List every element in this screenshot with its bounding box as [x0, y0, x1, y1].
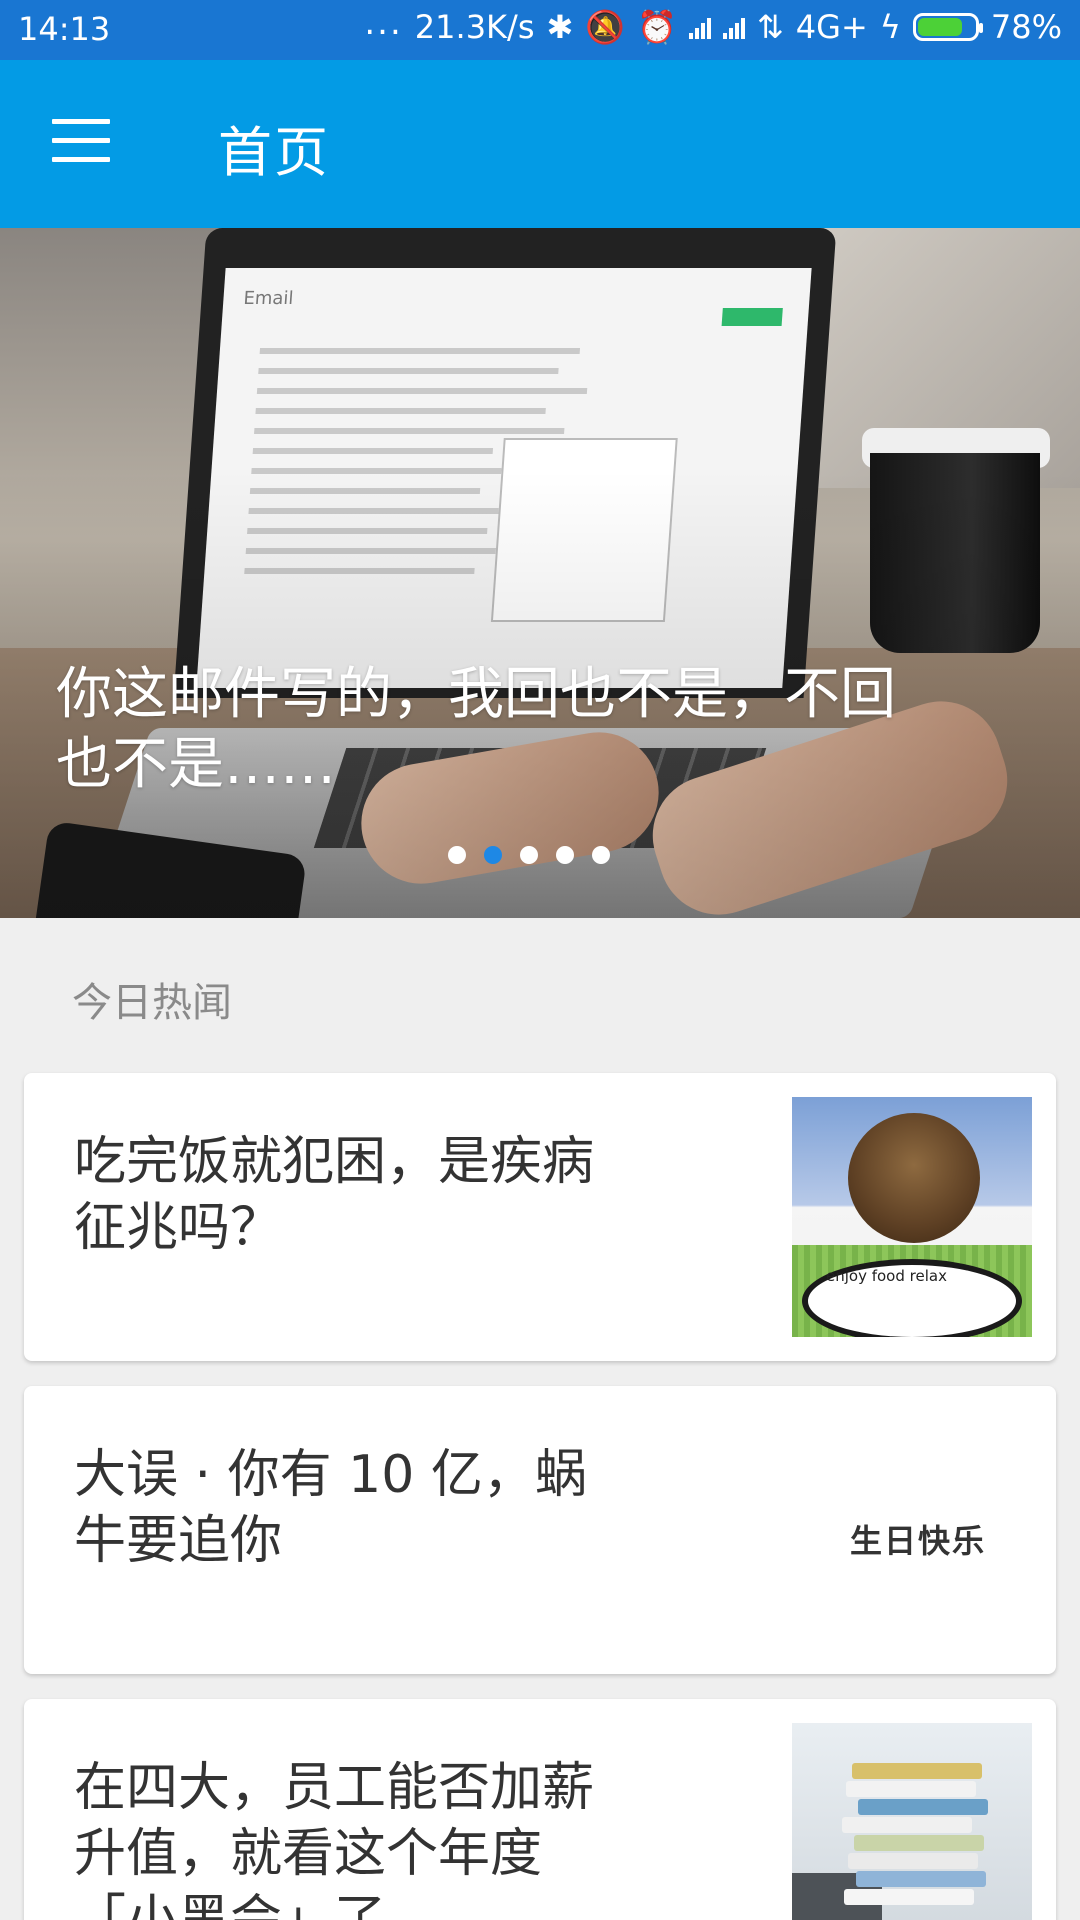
news-card[interactable]: 大误 · 你有 10 亿，蜗牛要追你 生日快乐	[24, 1386, 1056, 1674]
charging-icon: ϟ	[879, 8, 901, 46]
network-speed: 21.3K/s	[414, 8, 535, 46]
network-type: 4G+	[795, 8, 868, 46]
news-title: 在四大，员工能否加薪升值，就看这个年度「小黑会」了	[74, 1758, 595, 1920]
pager-dot[interactable]	[556, 846, 574, 864]
app-bar: 首页	[0, 60, 1080, 228]
news-title: 吃完饭就犯困，是疾病征兆吗？	[74, 1132, 595, 1258]
section-title: 今日热闻	[72, 980, 232, 1026]
status-icons: ... 21.3K/s ✱ 🔕 ⏰ ⇅ 4G+ ϟ 78%	[364, 3, 1062, 46]
banner-overlay	[0, 228, 1080, 918]
news-title: 大误 · 你有 10 亿，蜗牛要追你	[74, 1445, 587, 1571]
mute-icon: 🔕	[585, 8, 626, 46]
news-thumbnail	[792, 1723, 1032, 1920]
pager-dot-active[interactable]	[484, 846, 502, 864]
hamburger-menu-icon[interactable]	[52, 114, 112, 174]
plate-text-image: enjoy food relax	[826, 1267, 947, 1285]
data-arrows-icon: ⇅	[756, 8, 784, 46]
news-card[interactable]: 吃完饭就犯困，是疾病征兆吗？ enjoy food relax	[24, 1073, 1056, 1361]
news-thumbnail: enjoy food relax	[792, 1097, 1032, 1337]
signal-icon	[688, 15, 711, 39]
screen: 14:13 ... 21.3K/s ✱ 🔕 ⏰ ⇅ 4G+ ϟ 78% 首页 你…	[0, 0, 1080, 1920]
banner-carousel[interactable]: Email 你这邮件写的，我回也不	[0, 228, 1080, 918]
bluetooth-icon: ✱	[546, 8, 574, 46]
page-title: 首页	[218, 121, 330, 184]
news-thumbnail-label: 生日快乐	[849, 1522, 986, 1560]
signal-icon	[722, 15, 745, 39]
banner-caption[interactable]: 你这邮件写的，我回也不是，不回也不是……	[56, 660, 916, 800]
status-bar: 14:13 ... 21.3K/s ✱ 🔕 ⏰ ⇅ 4G+ ϟ 78%	[0, 0, 1080, 60]
news-card[interactable]: 在四大，员工能否加薪升值，就看这个年度「小黑会」了	[24, 1699, 1056, 1920]
pager-dot[interactable]	[520, 846, 538, 864]
battery-percent: 78%	[990, 8, 1062, 46]
status-time: 14:13	[18, 10, 111, 48]
pager-dot[interactable]	[448, 846, 466, 864]
battery-fill	[917, 18, 962, 36]
more-notifications-icon: ...	[364, 3, 403, 43]
carousel-pager	[448, 846, 610, 864]
battery-icon	[912, 13, 983, 41]
alarm-icon: ⏰	[637, 8, 677, 46]
pager-dot[interactable]	[592, 846, 610, 864]
